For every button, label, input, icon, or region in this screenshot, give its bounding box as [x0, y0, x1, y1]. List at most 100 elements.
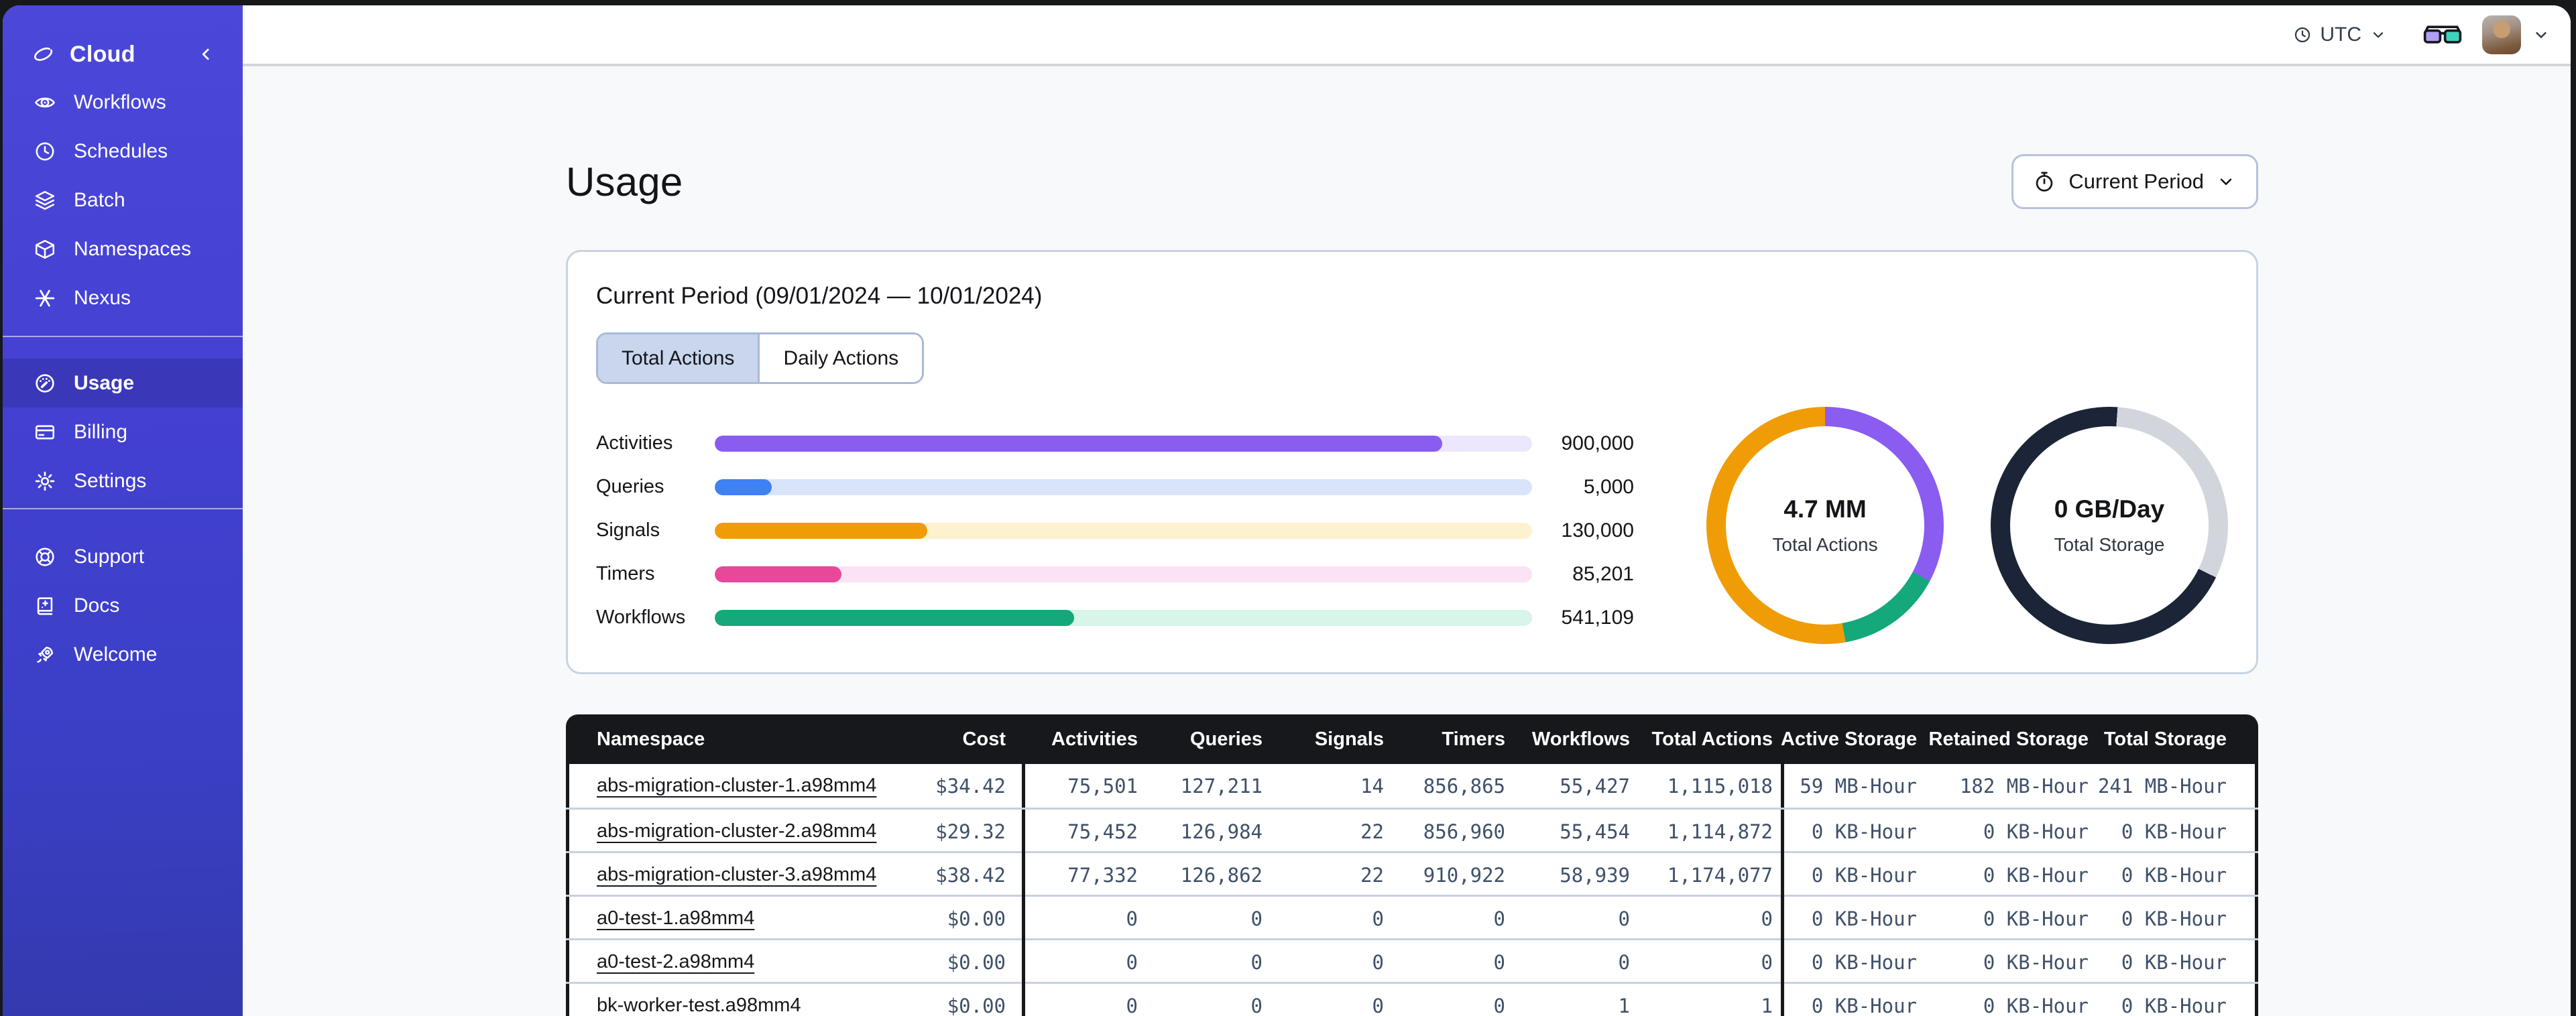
- table-row: a0-test-2.a98mm4 $0.00 0 0 0 0 0 0 0 KB-…: [566, 938, 2258, 982]
- donut-value: 0 GB/Day: [2054, 495, 2165, 523]
- cost-cell: $29.32: [935, 820, 1006, 843]
- activities-cell: 75,501: [1022, 764, 1146, 808]
- labs-glasses-button[interactable]: [2422, 21, 2463, 48]
- sidebar-item-docs[interactable]: Docs: [3, 581, 243, 630]
- signals-cell: 0: [1372, 950, 1384, 974]
- namespace-link[interactable]: abs-migration-cluster-3.a98mm4: [597, 864, 876, 885]
- sidebar-item-namespaces[interactable]: Namespaces: [3, 225, 243, 273]
- period-select-button[interactable]: Current Period: [2011, 154, 2258, 209]
- total-actions-cell: 0: [1761, 907, 1773, 930]
- activities-cell: 0: [1022, 940, 1146, 984]
- bar-value: 5,000: [1583, 475, 1634, 498]
- cost-cell: $0.00: [947, 994, 1006, 1016]
- activities-cell: 75,452: [1022, 810, 1146, 853]
- workflows-cell: 55,427: [1560, 774, 1630, 798]
- glasses-icon: [2423, 25, 2462, 44]
- sidebar-item-label: Support: [74, 545, 145, 568]
- account-menu-button[interactable]: [2532, 25, 2551, 44]
- chevron-down-icon: [2220, 178, 2232, 186]
- sidebar-nav-main: Workflows Schedules Batch Namespaces Nex…: [3, 78, 243, 322]
- namespace-cell: abs-migration-cluster-1.a98mm4: [566, 775, 876, 797]
- tab-daily-actions[interactable]: Daily Actions: [758, 334, 923, 382]
- namespace-link[interactable]: abs-migration-cluster-2.a98mm4: [597, 820, 876, 842]
- usage-bar-row: Queries 5,000: [596, 465, 1634, 509]
- cost-cell: $38.42: [935, 863, 1006, 887]
- bar-value: 130,000: [1561, 519, 1634, 542]
- sidebar-divider: [3, 336, 243, 337]
- sidebar-item-billing[interactable]: Billing: [3, 407, 243, 456]
- user-avatar[interactable]: [2482, 15, 2521, 54]
- workflows-cell: 55,454: [1560, 820, 1630, 843]
- column-header-active-storage: Active Storage: [1781, 728, 1918, 750]
- gauge-icon: [34, 372, 56, 395]
- cost-cell: $0.00: [947, 950, 1006, 974]
- table-row: abs-migration-cluster-1.a98mm4 $34.42 75…: [566, 764, 2258, 808]
- sidebar-item-schedules[interactable]: Schedules: [3, 127, 243, 176]
- donut-center: 0 GB/Day Total Storage: [2010, 426, 2209, 625]
- sidebar-nav-help: Support Docs Welcome: [3, 532, 243, 679]
- page-title: Usage: [566, 159, 683, 204]
- retained-storage-cell: 0 KB-Hour: [1983, 820, 2089, 843]
- usage-bar-chart: Activities 900,000 Queries 5,000 Signals…: [596, 422, 1634, 639]
- content-area: Usage Current Period Current Period (09/…: [243, 66, 2571, 1016]
- bar-fill: [715, 479, 772, 495]
- total-storage-cell: 0 KB-Hour: [2121, 907, 2227, 930]
- sidebar-item-label: Billing: [74, 420, 128, 443]
- chevron-down-icon: [2373, 31, 2384, 38]
- total-actions-cell: 1,115,018: [1667, 774, 1773, 798]
- total-storage-cell: 0 KB-Hour: [2121, 863, 2227, 887]
- sidebar-item-support[interactable]: Support: [3, 532, 243, 581]
- queries-cell: 0: [1250, 907, 1263, 930]
- sidebar-nav-account: Usage Billing Settings: [3, 359, 243, 505]
- column-header-total-storage: Total Storage: [2103, 728, 2227, 750]
- table-row: abs-migration-cluster-2.a98mm4 $29.32 75…: [566, 808, 2258, 851]
- chevron-left-icon: [202, 48, 209, 60]
- sidebar-item-settings[interactable]: Settings: [3, 456, 243, 505]
- namespace-link[interactable]: abs-migration-cluster-1.a98mm4: [597, 775, 876, 796]
- workflows-cell: 58,939: [1560, 863, 1630, 887]
- queries-cell: 126,984: [1180, 820, 1263, 843]
- namespace-cell: a0-test-2.a98mm4: [566, 951, 874, 973]
- sidebar-item-welcome[interactable]: Welcome: [3, 630, 243, 679]
- sidebar-item-batch[interactable]: Batch: [3, 176, 243, 225]
- main-column: UTC Usage Current Period Current Period …: [243, 5, 2571, 1016]
- namespace-link[interactable]: a0-test-1.a98mm4: [597, 907, 754, 929]
- actions-tab-group: Total Actions Daily Actions: [596, 332, 925, 384]
- retained-storage-cell: 0 KB-Hour: [1983, 863, 2089, 887]
- clock-icon: [34, 140, 56, 163]
- activities-cell: 0: [1022, 897, 1146, 940]
- total-actions-cell: 1,174,077: [1667, 863, 1773, 887]
- total-storage-cell: 0 KB-Hour: [2121, 950, 2227, 974]
- tab-total-actions[interactable]: Total Actions: [598, 334, 758, 382]
- signals-cell: 22: [1360, 863, 1384, 887]
- retained-storage-cell: 0 KB-Hour: [1983, 994, 2089, 1016]
- bar-value: 85,201: [1572, 562, 1634, 585]
- timezone-selector[interactable]: UTC: [2293, 23, 2387, 46]
- bar-label: Timers: [596, 563, 655, 584]
- column-header-timers: Timers: [1442, 728, 1505, 750]
- sidebar-item-label: Namespaces: [74, 237, 192, 260]
- sidebar: Cloud Workflows Schedules Batch Namespac…: [3, 5, 243, 1016]
- cost-cell: $34.42: [935, 774, 1006, 798]
- namespace-link[interactable]: a0-test-2.a98mm4: [597, 951, 754, 972]
- bar-fill: [715, 609, 1075, 626]
- bar-label: Signals: [596, 519, 660, 541]
- sidebar-collapse-button[interactable]: [196, 44, 216, 64]
- donut-center: 4.7 MM Total Actions: [1726, 426, 1924, 625]
- sidebar-item-label: Docs: [74, 594, 120, 617]
- activities-cell: 0: [1022, 984, 1146, 1016]
- bar-track: [715, 479, 1532, 495]
- gear-icon: [34, 470, 56, 493]
- bar-track: [715, 566, 1532, 582]
- sidebar-item-workflows[interactable]: Workflows: [3, 78, 243, 127]
- namespace-cell: abs-migration-cluster-3.a98mm4: [566, 864, 876, 886]
- sidebar-item-label: Usage: [74, 371, 135, 394]
- workflows-cell: 1: [1618, 994, 1630, 1016]
- sidebar-item-usage[interactable]: Usage: [3, 359, 243, 407]
- title-row: Usage Current Period: [566, 153, 2258, 210]
- table-row: bk-worker-test.a98mm4 $0.00 0 0 0 0 1 1 …: [566, 982, 2258, 1016]
- bar-track: [715, 609, 1532, 626]
- timers-cell: 856,960: [1423, 820, 1505, 843]
- namespace-link[interactable]: bk-worker-test.a98mm4: [597, 995, 801, 1016]
- sidebar-item-nexus[interactable]: Nexus: [3, 273, 243, 322]
